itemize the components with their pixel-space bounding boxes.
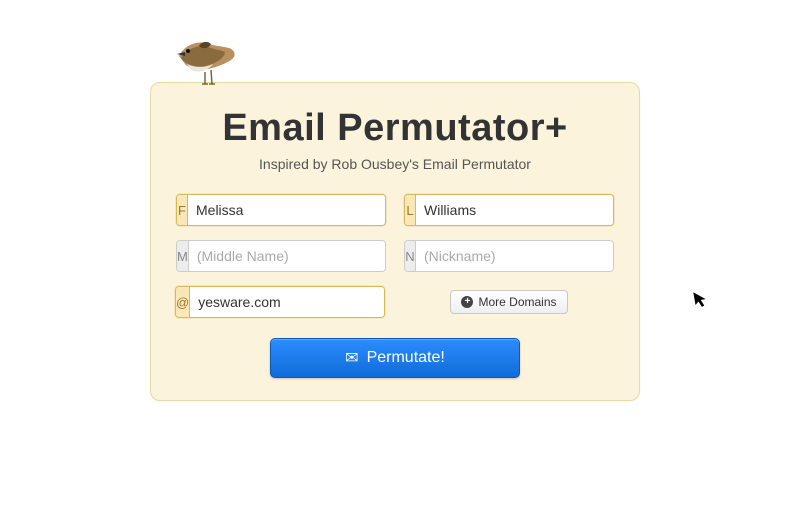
- at-tag: @: [176, 287, 190, 317]
- domain-input[interactable]: [190, 287, 385, 317]
- last-name-input[interactable]: [416, 195, 613, 225]
- permutate-label: Permutate!: [367, 349, 445, 367]
- name-row-2: M N: [151, 240, 639, 272]
- permutator-card: Email Permutator+ Inspired by Rob Ousbey…: [150, 82, 640, 401]
- name-row-1: F L: [151, 194, 639, 226]
- last-name-tag: L: [405, 195, 416, 225]
- middle-name-tag: M: [177, 241, 189, 271]
- nickname-input[interactable]: [416, 241, 613, 271]
- envelope-icon: ✉: [345, 348, 358, 368]
- domain-row: @ + More Domains: [151, 286, 639, 318]
- nickname-field: N: [404, 240, 614, 272]
- first-name-input[interactable]: [188, 195, 385, 225]
- domain-field: @: [175, 286, 385, 318]
- nickname-tag: N: [405, 241, 416, 271]
- cursor-pointer-icon: [692, 289, 710, 314]
- middle-name-input[interactable]: [189, 241, 386, 271]
- first-name-tag: F: [177, 195, 188, 225]
- more-domains-label: More Domains: [478, 295, 556, 309]
- last-name-field: L: [404, 194, 614, 226]
- subtitle: Inspired by Rob Ousbey's Email Permutato…: [151, 156, 639, 172]
- more-domains-button[interactable]: + More Domains: [450, 290, 567, 314]
- plus-icon: +: [461, 296, 473, 308]
- middle-name-field: M: [176, 240, 386, 272]
- page-title: Email Permutator+: [151, 107, 639, 150]
- sparrow-illustration: [175, 34, 245, 93]
- first-name-field: F: [176, 194, 386, 226]
- permutate-button[interactable]: ✉ Permutate!: [270, 338, 520, 378]
